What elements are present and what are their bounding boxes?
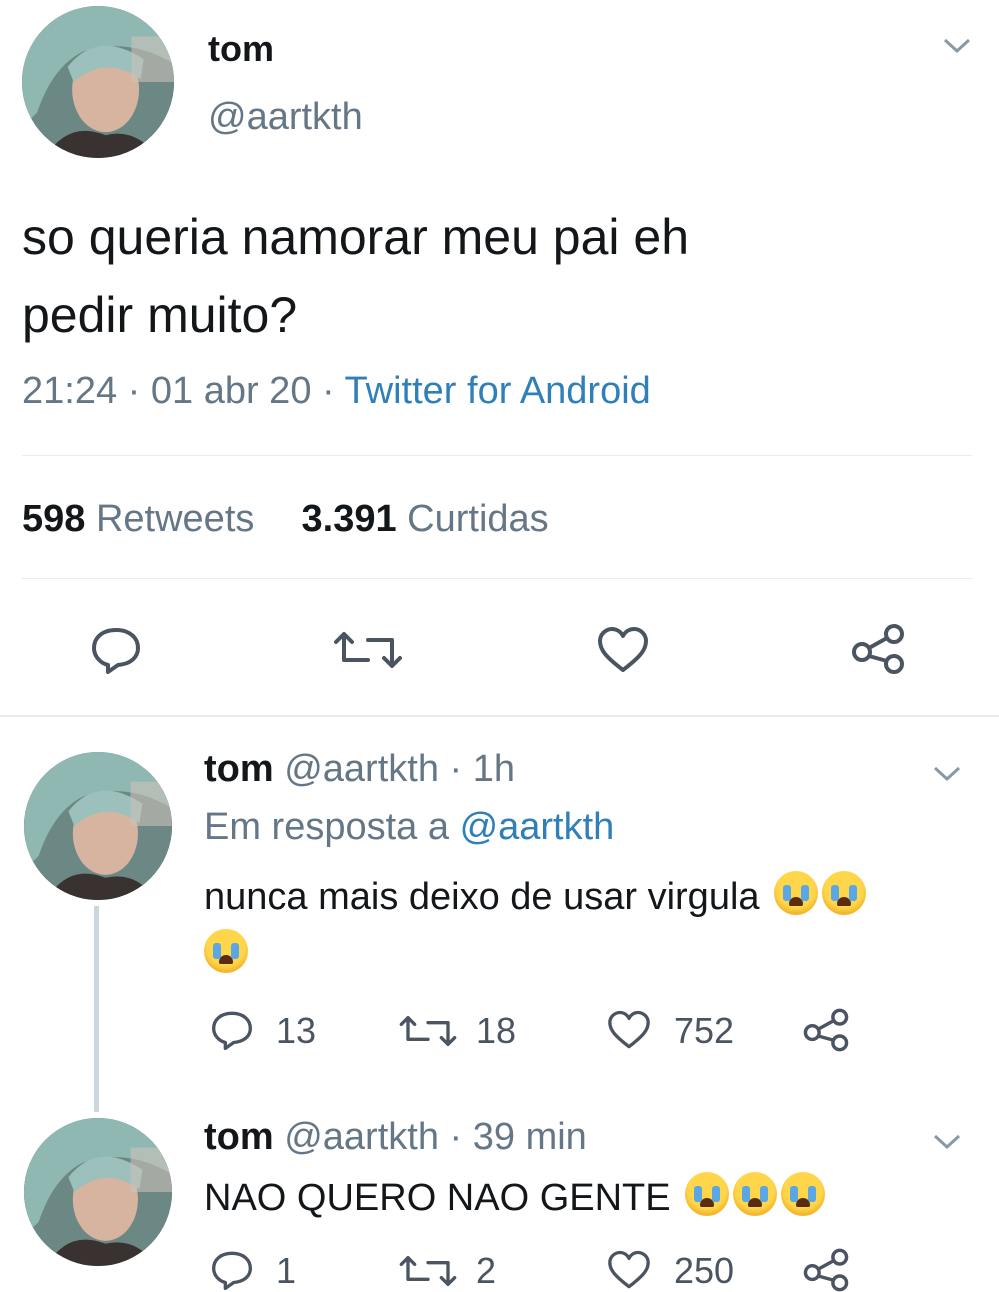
chevron-down-icon[interactable] <box>942 36 972 56</box>
separator-dot: · <box>322 370 335 412</box>
reply-author-name[interactable]: tom <box>204 748 274 790</box>
crying-emoji-icon <box>781 1172 826 1216</box>
profile-photo <box>22 6 174 158</box>
reply-icon[interactable] <box>90 626 142 674</box>
profile-photo <box>24 752 172 900</box>
like-count: 752 <box>674 1010 735 1051</box>
author-name[interactable]: tom <box>208 28 274 70</box>
separator-dot: · <box>127 370 141 412</box>
retweet-count: 2 <box>476 1250 497 1291</box>
avatar[interactable] <box>24 752 172 900</box>
reply-author-handle[interactable]: @aartkth <box>284 1116 439 1158</box>
likes-stat[interactable]: 3.391 Curtidas <box>302 498 549 540</box>
retweets-label: Retweets <box>95 498 255 540</box>
crying-emoji-icon <box>733 1172 778 1216</box>
likes-count: 3.391 <box>301 498 397 540</box>
reply-author-handle[interactable]: @aartkth <box>284 748 439 790</box>
like-count: 250 <box>674 1250 735 1291</box>
heart-icon[interactable] <box>596 626 650 674</box>
tweet-text-line-2: pedir muito? <box>22 287 298 343</box>
separator-dot: · <box>449 748 463 790</box>
heart-icon[interactable] <box>606 1250 652 1290</box>
likes-label: Curtidas <box>407 498 549 540</box>
tweet-stats: 598 Retweets 3.391 Curtidas <box>22 498 549 541</box>
reply-header: tom @aartkth · 1h <box>204 748 515 791</box>
chevron-down-icon[interactable] <box>932 764 962 784</box>
divider <box>22 455 972 456</box>
reply-time: 39 min <box>472 1116 587 1158</box>
retweet-icon[interactable] <box>398 1252 458 1290</box>
tweet-time: 21:24 <box>22 370 118 412</box>
divider <box>0 715 999 717</box>
reply-author-name[interactable]: tom <box>204 1116 274 1158</box>
divider <box>22 578 972 579</box>
share-icon[interactable] <box>802 1248 850 1292</box>
reply-count: 13 <box>276 1010 317 1051</box>
profile-photo <box>24 1118 172 1266</box>
reply-count: 1 <box>276 1250 297 1291</box>
reply-icon[interactable] <box>210 1010 254 1050</box>
heart-icon[interactable] <box>606 1010 652 1050</box>
reply-to-link[interactable]: @aartkth <box>460 806 615 848</box>
reply-text: nunca mais deixo de usar virgula <box>204 868 944 984</box>
author-handle[interactable]: @aartkth <box>208 96 363 139</box>
tweet-source-link[interactable]: Twitter for Android <box>345 370 651 412</box>
reply-text-content: NAO QUERO NAO GENTE <box>204 1177 671 1219</box>
reply-icon[interactable] <box>210 1250 254 1290</box>
reply-text: NAO QUERO NAO GENTE <box>204 1172 826 1220</box>
tweet-timestamp: 21:24 · 01 abr 20 · Twitter for Android <box>22 370 651 413</box>
retweet-icon[interactable] <box>398 1012 458 1050</box>
reply-header: tom @aartkth · 39 min <box>204 1116 587 1159</box>
reply-text-content: nunca mais deixo de usar virgula <box>204 876 760 918</box>
retweets-count: 598 <box>22 498 86 540</box>
separator-dot: · <box>449 1116 463 1158</box>
crying-emoji-icon <box>685 1172 730 1216</box>
reply-context: Em resposta a @aartkth <box>204 806 614 849</box>
share-icon[interactable] <box>850 624 906 674</box>
chevron-down-icon[interactable] <box>932 1132 962 1152</box>
reply-time: 1h <box>472 748 516 790</box>
retweet-icon[interactable] <box>332 628 404 672</box>
share-icon[interactable] <box>802 1008 850 1052</box>
tweet-text-line-1: so queria namorar meu pai eh <box>22 209 690 265</box>
reply-prefix: Em resposta a <box>204 806 449 848</box>
avatar[interactable] <box>24 1118 172 1266</box>
avatar[interactable] <box>22 6 174 158</box>
retweet-count: 18 <box>476 1010 517 1051</box>
retweets-stat[interactable]: 598 Retweets <box>22 498 265 540</box>
crying-emoji-icon <box>822 871 867 915</box>
crying-emoji-icon <box>774 871 819 915</box>
crying-emoji-icon <box>204 929 248 973</box>
thread-line <box>94 906 99 1112</box>
tweet-date: 01 abr 20 <box>150 370 312 412</box>
